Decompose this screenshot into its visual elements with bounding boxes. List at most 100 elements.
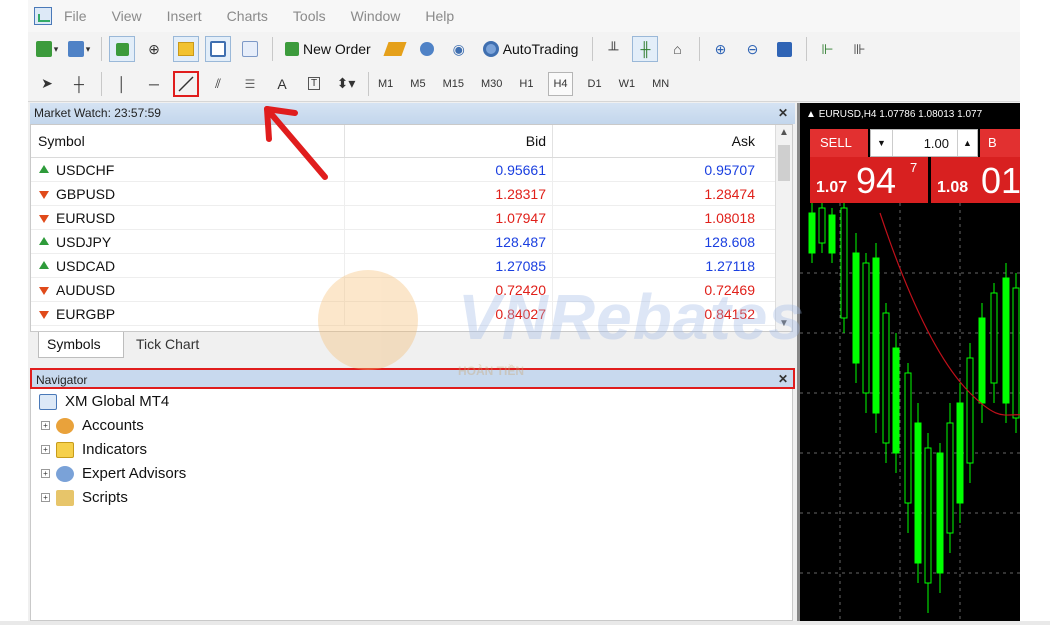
symbol-cell: EURUSD — [31, 206, 345, 229]
table-row[interactable]: USDCHF 0.95661 0.95707 — [31, 158, 792, 182]
scroll-up-icon[interactable]: ▲ — [779, 127, 789, 138]
strategy-tester-button[interactable] — [237, 36, 263, 62]
chart-shift-button[interactable]: ⊪ — [846, 36, 872, 62]
expand-icon[interactable]: + — [41, 421, 50, 430]
sell-price-prefix: 1.07 — [816, 179, 848, 196]
tree-root-xm-global[interactable]: XM Global MT4 — [39, 393, 169, 410]
new-order-label: New Order — [303, 41, 371, 57]
tree-item-scripts[interactable]: + Scripts — [41, 489, 128, 506]
timeframe-m5[interactable]: M5 — [408, 72, 427, 96]
meta-editor-button[interactable] — [382, 36, 408, 62]
terminal-toggle[interactable] — [205, 36, 231, 62]
new-chart-button[interactable]: ▾ — [34, 36, 60, 62]
fibonacci-button[interactable]: ☰ — [237, 71, 263, 97]
bid-column-header[interactable]: Bid — [345, 125, 553, 157]
candle-body — [862, 262, 870, 394]
signals-button[interactable]: ◉ — [446, 36, 472, 62]
lot-dropdown-icon[interactable]: ▼ — [871, 130, 893, 156]
timeframe-h1[interactable]: H1 — [517, 72, 535, 96]
expand-icon[interactable]: + — [41, 445, 50, 454]
arrows-button[interactable]: ⬍▾ — [333, 71, 359, 97]
autoscroll-button[interactable]: ⊩ — [814, 36, 840, 62]
tree-item-indicators[interactable]: + Indicators — [41, 441, 147, 458]
cursor-button[interactable]: ➤ — [34, 71, 60, 97]
crosshair-button[interactable]: ┼ — [66, 71, 92, 97]
sell-price-panel[interactable]: 1.07 94 7 — [810, 157, 928, 203]
table-row[interactable]: USDCAD 1.27085 1.27118 — [31, 254, 792, 278]
data-window-button[interactable]: ⊕ — [141, 36, 167, 62]
equidistant-channel-button[interactable]: ⫽ — [205, 71, 231, 97]
candlestick-button[interactable]: ╫ — [632, 36, 659, 62]
ask-cell: 1.27118 — [705, 258, 755, 274]
buy-price-panel[interactable]: 1.08 01 — [931, 157, 1020, 203]
lot-increase-icon[interactable]: ▲ — [957, 130, 977, 156]
market-watch-close-icon[interactable]: ✕ — [778, 106, 788, 120]
bid-cell: 0.84027 — [345, 302, 553, 325]
menu-tools[interactable]: Tools — [293, 8, 326, 24]
navigator-toggle[interactable] — [173, 36, 199, 62]
market-watch-scrollbar[interactable]: ▲ ▼ — [775, 125, 792, 331]
market-watch-toggle[interactable] — [109, 36, 135, 62]
tree-item-accounts[interactable]: + Accounts — [41, 417, 144, 434]
profiles-button[interactable]: ▾ — [66, 36, 92, 62]
tab-tick-chart[interactable]: Tick Chart — [128, 332, 207, 358]
menu-view[interactable]: View — [112, 8, 142, 24]
sell-button[interactable]: SELL — [810, 129, 868, 157]
candle-body — [872, 257, 880, 414]
timeframe-m30[interactable]: M30 — [479, 72, 504, 96]
timeframe-h4[interactable]: H4 — [548, 71, 573, 96]
candle-body — [914, 422, 922, 564]
ask-cell: 0.72469 — [704, 282, 755, 298]
table-header: Symbol Bid Ask — [31, 125, 792, 158]
menu-file[interactable]: File — [64, 8, 87, 24]
autotrading-button[interactable]: AutoTrading — [478, 36, 584, 62]
menu-charts[interactable]: Charts — [227, 8, 268, 24]
new-order-button[interactable]: New Order — [280, 36, 376, 62]
community-button[interactable] — [414, 36, 440, 62]
timeframe-mn[interactable]: MN — [650, 72, 671, 96]
table-row[interactable]: EURGBP 0.84027 0.84152 — [31, 302, 792, 326]
timeframe-w1[interactable]: W1 — [617, 72, 638, 96]
zoom-in-button[interactable]: ⊕ — [707, 36, 733, 62]
scroll-thumb[interactable] — [778, 145, 790, 181]
table-row[interactable]: USDJPY 128.487 128.608 — [31, 230, 792, 254]
table-row[interactable]: AUDUSD 0.72420 0.72469 — [31, 278, 792, 302]
horizontal-line-button[interactable]: ─ — [141, 71, 167, 97]
vertical-line-button[interactable]: │ — [109, 71, 135, 97]
symbol-name: USDJPY — [56, 233, 112, 250]
tile-windows-button[interactable] — [771, 36, 797, 62]
editor-icon — [383, 42, 407, 56]
tab-symbols[interactable]: Symbols — [38, 332, 124, 358]
chart-window[interactable]: ▲ EURUSD,H4 1.07786 1.08013 1.077 SELL ▼… — [797, 103, 1020, 621]
symbol-column-header[interactable]: Symbol — [31, 125, 345, 157]
zoom-out-icon: ⊖ — [746, 40, 759, 57]
expand-icon[interactable]: + — [41, 493, 50, 502]
buy-button[interactable]: B — [980, 129, 1020, 157]
text-label-button[interactable]: T — [301, 71, 327, 97]
line-chart-button[interactable]: ⌂ — [664, 36, 690, 62]
ask-column-header[interactable]: Ask — [553, 125, 761, 157]
bar-chart-icon: ╨ — [608, 41, 619, 57]
scripts-icon — [56, 489, 74, 506]
text-tool-button[interactable]: A — [269, 71, 295, 97]
menu-insert[interactable]: Insert — [167, 8, 202, 24]
timeframe-m15[interactable]: M15 — [441, 72, 466, 96]
expand-icon[interactable]: + — [41, 469, 50, 478]
timeframe-m1[interactable]: M1 — [376, 72, 395, 96]
menu-window[interactable]: Window — [351, 8, 401, 24]
trendline-button[interactable] — [173, 70, 199, 97]
menu-help[interactable]: Help — [425, 8, 454, 24]
table-row[interactable]: EURUSD 1.07947 1.08018 — [31, 206, 792, 230]
market-watch-rows: USDCHF 0.95661 0.95707 GBPUSD 1.28317 1.28474… — [31, 158, 792, 326]
scroll-down-icon[interactable]: ▼ — [779, 318, 789, 329]
lot-size-input[interactable]: ▼ 1.00 ▲ — [870, 129, 978, 157]
zoom-out-button[interactable]: ⊖ — [739, 36, 765, 62]
app-icon — [34, 7, 52, 25]
symbol-cell: AUDUSD — [31, 278, 345, 301]
table-row[interactable]: GBPUSD 1.28317 1.28474 — [31, 182, 792, 206]
tree-item-expert-advisors[interactable]: + Expert Advisors — [41, 465, 186, 482]
navigator-close-icon[interactable]: ✕ — [778, 372, 788, 386]
market-watch-icon — [115, 42, 129, 56]
bar-chart-button[interactable]: ╨ — [600, 36, 626, 62]
timeframe-d1[interactable]: D1 — [586, 72, 604, 96]
